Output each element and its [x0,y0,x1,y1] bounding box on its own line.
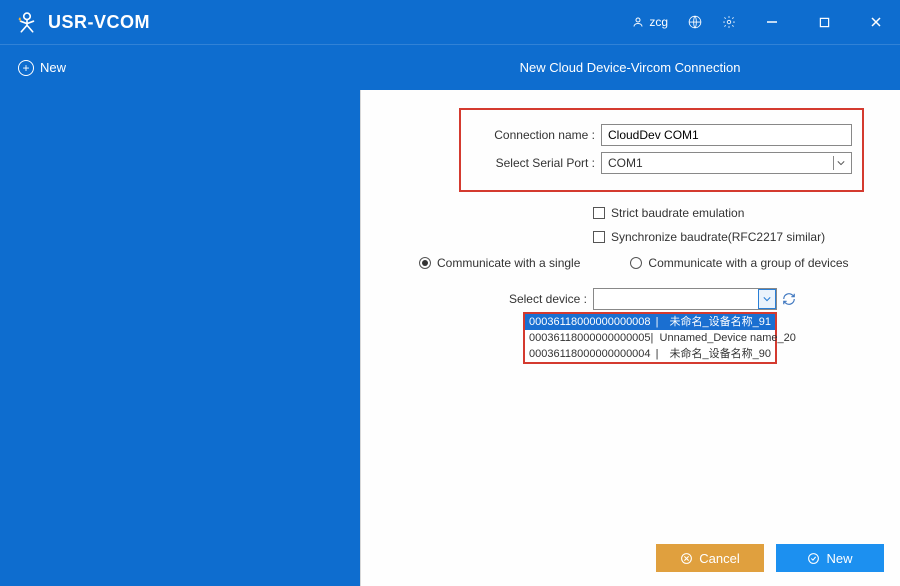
cancel-button[interactable]: Cancel [656,544,764,572]
device-select[interactable] [593,288,777,310]
main-area: Connection name : Select Serial Port : C… [0,90,900,586]
cancel-icon [680,552,693,565]
refresh-icon[interactable] [781,291,797,307]
device-option[interactable]: 00036118000000000005 | Unnamed_Device na… [525,330,775,346]
user-block[interactable]: zcg [631,15,668,29]
device-dropdown-list: 00036118000000000008 | 未命名_设备名称_91 00036… [523,312,777,364]
language-icon[interactable] [688,15,702,29]
connection-name-label: Connection name : [471,128,601,142]
maximize-button[interactable] [808,0,840,44]
sidebar [0,90,360,586]
device-option[interactable]: 00036118000000000004 | 未命名_设备名称_90 [525,346,775,362]
cancel-label: Cancel [699,551,739,566]
user-name: zcg [649,15,668,29]
radio-single-label: Communicate with a single [437,256,580,270]
checkbox-icon [593,231,605,243]
radio-single-device[interactable]: Communicate with a single [419,256,580,270]
chevron-down-icon [758,289,776,309]
checkbox-icon [593,207,605,219]
titlebar: USR-VCOM zcg [0,0,900,44]
titlebar-controls: zcg [631,0,892,44]
strict-baudrate-label: Strict baudrate emulation [611,206,744,220]
panel-title: New Cloud Device-Vircom Connection [520,60,741,75]
device-option[interactable]: 00036118000000000008 | 未命名_设备名称_91 [525,314,775,330]
form: Connection name : Select Serial Port : C… [361,90,900,364]
close-button[interactable] [860,0,892,44]
sync-baudrate-checkbox[interactable]: Synchronize baudrate(RFC2217 similar) [593,230,872,244]
app-title: USR-VCOM [48,12,150,33]
user-icon [631,15,645,29]
new-button-label: New [40,60,66,75]
select-device-label: Select device : [489,292,593,306]
content-panel: Connection name : Select Serial Port : C… [360,90,900,586]
app-logo-icon [14,9,40,35]
check-icon [807,552,820,565]
settings-gear-icon[interactable] [722,15,736,29]
confirm-new-label: New [826,551,852,566]
plus-circle-icon: + [18,60,34,76]
minimize-button[interactable] [756,0,788,44]
footer-buttons: Cancel New [656,544,884,572]
new-connection-button[interactable]: + New [18,60,66,76]
strict-baudrate-checkbox[interactable]: Strict baudrate emulation [593,206,872,220]
radio-icon [630,257,642,269]
serial-port-value: COM1 [608,156,643,170]
connection-name-input[interactable] [601,124,852,146]
confirm-new-button[interactable]: New [776,544,884,572]
radio-group-devices[interactable]: Communicate with a group of devices [630,256,848,270]
sync-baudrate-label: Synchronize baudrate(RFC2217 similar) [611,230,825,244]
toolbar: + New New Cloud Device-Vircom Connection [0,44,900,90]
chevron-down-icon [833,156,847,170]
radio-group-label: Communicate with a group of devices [648,256,848,270]
serial-port-label: Select Serial Port : [471,156,601,170]
radio-icon [419,257,431,269]
serial-port-select[interactable]: COM1 [601,152,852,174]
highlight-box-connection: Connection name : Select Serial Port : C… [459,108,864,192]
